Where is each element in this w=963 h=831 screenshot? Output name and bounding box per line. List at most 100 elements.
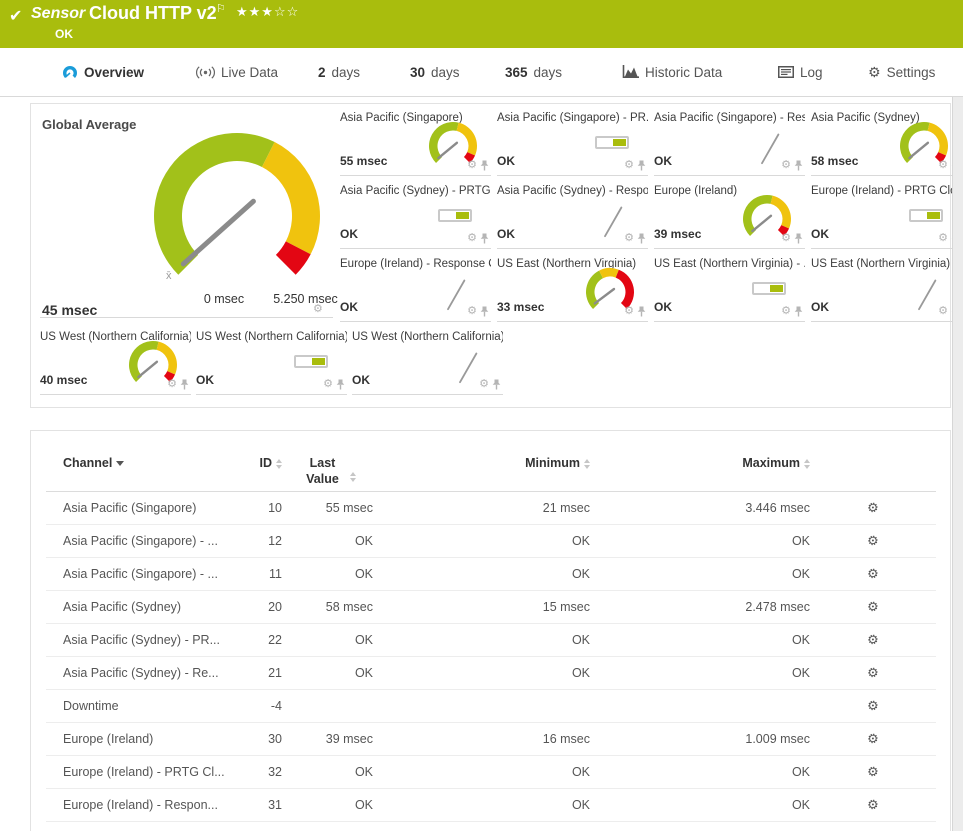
channel-settings-icon[interactable]: ⚙ xyxy=(866,532,881,550)
column-label: ID xyxy=(259,456,273,470)
channel-settings-icon[interactable]: ⚙ xyxy=(866,796,881,814)
sensor-status-badge: OK xyxy=(55,27,73,41)
toggle-knob xyxy=(312,358,325,365)
gauge-cell[interactable]: Asia Pacific (Singapore) - PR... OK ⚙ xyxy=(497,110,648,176)
gear-icon[interactable]: ⚙ xyxy=(781,160,791,171)
tab-overview[interactable]: Overview xyxy=(62,48,144,96)
channel-gauge-value: 55 msec xyxy=(340,154,388,168)
channel-maximum: OK xyxy=(791,666,810,680)
channel-settings-icon[interactable]: ⚙ xyxy=(866,763,881,781)
gear-icon[interactable]: ⚙ xyxy=(781,306,791,317)
channel-minimum: OK xyxy=(571,666,590,680)
pin-icon[interactable] xyxy=(637,160,646,171)
channel-settings-icon[interactable]: ⚙ xyxy=(866,499,881,517)
tab-365-days[interactable]: 365 days xyxy=(505,48,562,96)
pin-icon[interactable] xyxy=(480,306,489,317)
channel-gauge-title: US East (Northern Virginia) - ... xyxy=(654,258,805,270)
tab-live-data[interactable]: Live Data xyxy=(196,48,278,96)
channel-maximum: OK xyxy=(791,633,810,647)
pin-icon[interactable] xyxy=(637,233,646,244)
channel-maximum: OK xyxy=(791,765,810,779)
channel-gauge-value: OK xyxy=(352,373,370,387)
channel-maximum: 1.009 msec xyxy=(745,732,810,746)
channel-last-value: 58 msec xyxy=(325,600,373,614)
gear-icon[interactable]: ⚙ xyxy=(938,233,948,244)
gauge-cell[interactable]: Europe (Ireland) - Response C... OK ⚙ xyxy=(340,256,491,322)
gauge-cell[interactable]: Asia Pacific (Singapore) - Res... OK ⚙ xyxy=(654,110,805,176)
channel-last-value: OK xyxy=(354,798,373,812)
channel-minimum: OK xyxy=(571,798,590,812)
gear-icon[interactable]: ⚙ xyxy=(323,379,333,390)
gauge-cell[interactable]: US West (Northern California)... OK ⚙ xyxy=(352,329,503,395)
gear-icon[interactable]: ⚙ xyxy=(624,233,634,244)
pin-icon[interactable] xyxy=(637,306,646,317)
gear-icon[interactable]: ⚙ xyxy=(938,160,948,171)
tab-settings[interactable]: ⚙ Settings xyxy=(868,48,935,96)
tab-2-days[interactable]: 2 days xyxy=(318,48,360,96)
priority-stars[interactable]: ★★★☆☆ xyxy=(236,4,299,20)
channel-maximum: OK xyxy=(791,534,810,548)
channel-gauge-value: 39 msec xyxy=(654,227,702,241)
channel-id: 20 xyxy=(268,600,282,614)
table-row: Europe (Ireland) - PRTG Cl... 32 OK OK OK ⚙ xyxy=(46,756,936,789)
gauge-cell[interactable]: US East (Northern Virginia) - ... OK ⚙ xyxy=(654,256,805,322)
channel-minimum: 15 msec xyxy=(542,600,590,614)
column-header-id[interactable]: ID xyxy=(243,456,282,470)
channel-settings-icon[interactable]: ⚙ xyxy=(866,565,881,583)
pin-icon[interactable] xyxy=(336,379,345,390)
gear-icon[interactable]: ⚙ xyxy=(313,304,323,315)
gauge-cell[interactable]: Asia Pacific (Singapore) 55 msec ⚙ xyxy=(340,110,491,176)
gauge-cell[interactable]: US West (Northern California)... OK ⚙ xyxy=(196,329,347,395)
channel-settings-icon[interactable]: ⚙ xyxy=(866,631,881,649)
gear-icon[interactable]: ⚙ xyxy=(479,379,489,390)
gauge-title: Global Average xyxy=(42,117,137,132)
toggle-knob xyxy=(613,139,626,146)
channel-settings-icon[interactable]: ⚙ xyxy=(866,598,881,616)
channel-last-value: 39 msec xyxy=(325,732,373,746)
gauge-scale-min: 0 msec xyxy=(203,292,245,306)
gear-icon[interactable]: ⚙ xyxy=(467,306,477,317)
gear-icon[interactable]: ⚙ xyxy=(624,160,634,171)
gauge-cell[interactable]: Asia Pacific (Sydney) 58 msec ⚙ xyxy=(811,110,962,176)
tab-log[interactable]: Log xyxy=(778,48,823,96)
scrollbar[interactable] xyxy=(952,97,963,831)
gauge-cell[interactable]: US East (Northern Virginia) 33 msec ⚙ xyxy=(497,256,648,322)
channel-settings-icon[interactable]: ⚙ xyxy=(866,697,881,715)
tab-30-days[interactable]: 30 days xyxy=(410,48,460,96)
pin-icon[interactable] xyxy=(180,379,189,390)
pin-icon[interactable] xyxy=(480,160,489,171)
gear-icon[interactable]: ⚙ xyxy=(624,306,634,317)
gauge-cell[interactable]: Asia Pacific (Sydney) - PRTG ... OK ⚙ xyxy=(340,183,491,249)
pin-icon[interactable] xyxy=(794,306,803,317)
average-marker: x̄ xyxy=(166,270,172,282)
gauge-cell[interactable]: Asia Pacific (Sydney) - Respo... OK ⚙ xyxy=(497,183,648,249)
column-header-channel[interactable]: Channel xyxy=(63,456,243,470)
gauge-cell[interactable]: Europe (Ireland) 39 msec ⚙ xyxy=(654,183,805,249)
tab-prefix: 365 xyxy=(505,64,528,80)
gear-icon[interactable]: ⚙ xyxy=(781,233,791,244)
column-header-maximum[interactable]: Maximum xyxy=(590,456,810,470)
channel-settings-icon[interactable]: ⚙ xyxy=(866,730,881,748)
column-header-last-value[interactable]: Last Value xyxy=(282,456,373,487)
ok-toggle-indicator xyxy=(909,209,943,222)
ok-toggle-indicator xyxy=(595,136,629,149)
gear-icon[interactable]: ⚙ xyxy=(938,306,948,317)
tab-label: days xyxy=(331,64,361,80)
gauge-cell[interactable]: US East (Northern Virginia) - ... OK ⚙ xyxy=(811,256,962,322)
column-header-minimum[interactable]: Minimum xyxy=(373,456,590,470)
pin-icon[interactable] xyxy=(492,379,501,390)
gear-icon[interactable]: ⚙ xyxy=(167,379,177,390)
gauge-cell-global-average[interactable]: Global Average x̄ 0 msec 5.250 msec 45 m… xyxy=(31,104,339,319)
column-label: Maximum xyxy=(742,456,800,470)
channel-settings-icon[interactable]: ⚙ xyxy=(866,664,881,682)
gauge-cell[interactable]: Europe (Ireland) - PRTG Cloud... OK ⚙ xyxy=(811,183,962,249)
pin-icon[interactable] xyxy=(794,160,803,171)
gear-icon[interactable]: ⚙ xyxy=(467,233,477,244)
gear-icon[interactable]: ⚙ xyxy=(467,160,477,171)
sensor-header: ✔ Sensor Cloud HTTP v2 ⚐ ★★★☆☆ OK xyxy=(0,0,963,48)
gauge-cell[interactable]: US West (Northern California) 40 msec ⚙ xyxy=(40,329,191,395)
tab-historic-data[interactable]: Historic Data xyxy=(622,48,722,96)
pin-icon[interactable] xyxy=(480,233,489,244)
pin-icon[interactable] xyxy=(794,233,803,244)
channels-table: Channel ID Last Value Minimum Maximum As… xyxy=(46,446,936,822)
